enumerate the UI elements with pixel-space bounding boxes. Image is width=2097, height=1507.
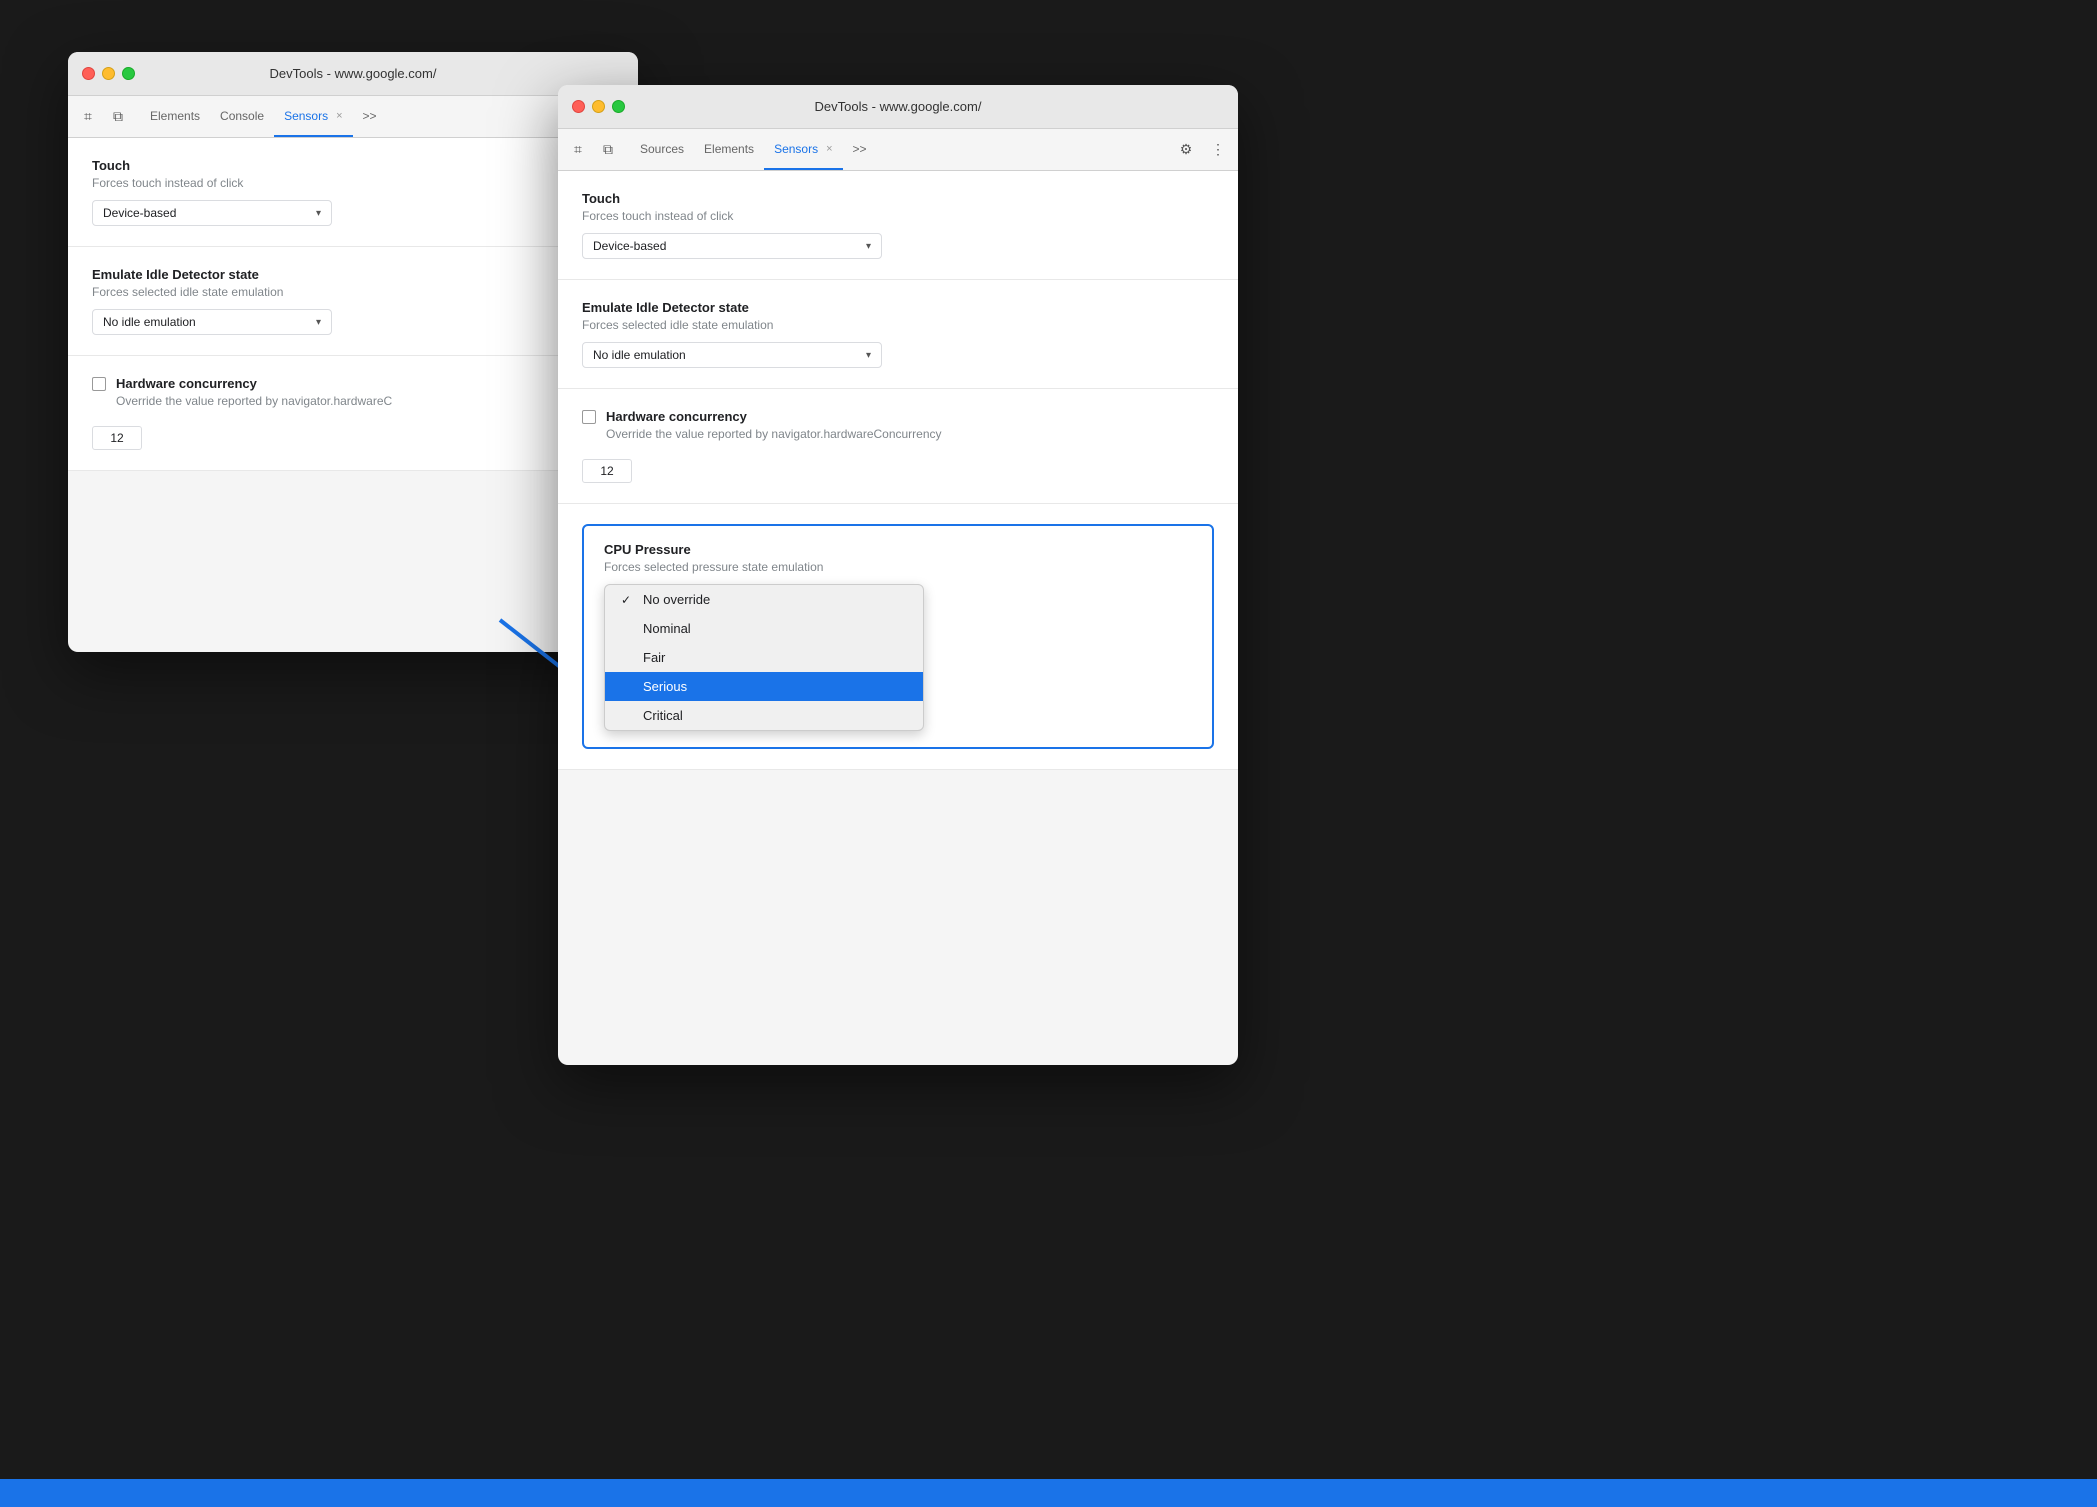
window-title-1: DevTools - www.google.com/ <box>270 66 437 81</box>
window-title-2: DevTools - www.google.com/ <box>815 99 982 114</box>
idle-title-2: Emulate Idle Detector state <box>582 300 1214 315</box>
idle-desc-2: Forces selected idle state emulation <box>582 318 1214 332</box>
cpu-option-no-override[interactable]: ✓ No override <box>605 585 923 614</box>
idle-section-1: Emulate Idle Detector state Forces selec… <box>68 247 638 356</box>
touch-section-2: Touch Forces touch instead of click Devi… <box>558 171 1238 280</box>
touch-section-1: Touch Forces touch instead of click Devi… <box>68 138 638 247</box>
tab-sensors-1[interactable]: Sensors × <box>274 96 352 137</box>
check-no-override: ✓ <box>621 593 635 607</box>
traffic-lights-2 <box>572 100 625 113</box>
tab-bar-1: ⌗ ⧉ Elements Console Sensors × >> <box>68 96 638 138</box>
hardware-checkbox-1[interactable] <box>92 377 106 391</box>
close-tab-sensors-2[interactable]: × <box>826 143 832 155</box>
tab-more-2[interactable]: >> <box>843 129 877 170</box>
titlebar-2: DevTools - www.google.com/ <box>558 85 1238 129</box>
touch-title-1: Touch <box>92 158 614 173</box>
idle-dropdown-2[interactable]: No idle emulation ▾ <box>582 342 882 368</box>
idle-arrow-1: ▾ <box>316 317 321 328</box>
content-area-2: Touch Forces touch instead of click Devi… <box>558 171 1238 770</box>
cpu-pressure-box: CPU Pressure Forces selected pressure st… <box>582 524 1214 749</box>
cpu-title: CPU Pressure <box>604 542 1192 557</box>
hardware-section-2: Hardware concurrency Override the value … <box>558 389 1238 504</box>
maximize-button-1[interactable] <box>122 67 135 80</box>
close-tab-sensors-1[interactable]: × <box>336 110 342 122</box>
hardware-section-1: Hardware concurrency Override the value … <box>68 356 638 471</box>
tab-bar-icons-1: ⌗ ⧉ <box>74 96 140 137</box>
idle-dropdown-1[interactable]: No idle emulation ▾ <box>92 309 332 335</box>
idle-section-2: Emulate Idle Detector state Forces selec… <box>558 280 1238 389</box>
tab-console-1[interactable]: Console <box>210 96 274 137</box>
hardware-value-2[interactable]: 12 <box>582 459 632 483</box>
hardware-desc-2: Override the value reported by navigator… <box>606 427 942 441</box>
layers-icon[interactable]: ⧉ <box>104 103 132 131</box>
hardware-value-1[interactable]: 12 <box>92 426 142 450</box>
cursor-icon[interactable]: ⌗ <box>74 103 102 131</box>
touch-desc-1: Forces touch instead of click <box>92 176 614 190</box>
titlebar-1: DevTools - www.google.com/ <box>68 52 638 96</box>
cpu-desc: Forces selected pressure state emulation <box>604 560 1192 574</box>
cursor-icon-2[interactable]: ⌗ <box>564 136 592 164</box>
tab-elements-2[interactable]: Elements <box>694 129 764 170</box>
hardware-checkbox-2[interactable] <box>582 410 596 424</box>
tab-sensors-2[interactable]: Sensors × <box>764 129 842 170</box>
hardware-row-1: Hardware concurrency Override the value … <box>92 376 614 418</box>
cpu-option-serious[interactable]: Serious <box>605 672 923 701</box>
maximize-button-2[interactable] <box>612 100 625 113</box>
touch-dropdown-2[interactable]: Device-based ▾ <box>582 233 882 259</box>
hardware-row-2: Hardware concurrency Override the value … <box>582 409 1214 451</box>
touch-arrow-1: ▾ <box>316 208 321 219</box>
touch-title-2: Touch <box>582 191 1214 206</box>
tab-bar-icons-2: ⌗ ⧉ <box>564 129 630 170</box>
cpu-option-nominal[interactable]: Nominal <box>605 614 923 643</box>
tab-bar-2: ⌗ ⧉ Sources Elements Sensors × >> ⚙ ⋮ <box>558 129 1238 171</box>
tab-bar-right-2: ⚙ ⋮ <box>1172 129 1232 170</box>
hardware-desc-1: Override the value reported by navigator… <box>116 394 392 408</box>
cpu-dropdown-menu[interactable]: ✓ No override Nominal Fair Serious <box>604 584 924 731</box>
tab-more-1[interactable]: >> <box>353 96 387 137</box>
blue-bottom-bar <box>0 1479 2097 1507</box>
layers-icon-2[interactable]: ⧉ <box>594 136 622 164</box>
close-button-2[interactable] <box>572 100 585 113</box>
minimize-button-1[interactable] <box>102 67 115 80</box>
devtools-window-2: DevTools - www.google.com/ ⌗ ⧉ Sources E… <box>558 85 1238 1065</box>
idle-arrow-2: ▾ <box>866 350 871 361</box>
minimize-button-2[interactable] <box>592 100 605 113</box>
cpu-option-critical[interactable]: Critical <box>605 701 923 730</box>
traffic-lights-1 <box>82 67 135 80</box>
cpu-pressure-section: CPU Pressure Forces selected pressure st… <box>558 504 1238 770</box>
idle-title-1: Emulate Idle Detector state <box>92 267 614 282</box>
hardware-title-2: Hardware concurrency <box>606 409 942 424</box>
close-button-1[interactable] <box>82 67 95 80</box>
tab-elements-1[interactable]: Elements <box>140 96 210 137</box>
idle-desc-1: Forces selected idle state emulation <box>92 285 614 299</box>
touch-desc-2: Forces touch instead of click <box>582 209 1214 223</box>
cpu-option-fair[interactable]: Fair <box>605 643 923 672</box>
touch-arrow-2: ▾ <box>866 241 871 252</box>
tab-sources-2[interactable]: Sources <box>630 129 694 170</box>
devtools-window-1: DevTools - www.google.com/ ⌗ ⧉ Elements … <box>68 52 638 652</box>
more-icon-2[interactable]: ⋮ <box>1204 136 1232 164</box>
hardware-title-1: Hardware concurrency <box>116 376 392 391</box>
settings-icon-2[interactable]: ⚙ <box>1172 136 1200 164</box>
content-area-1: Touch Forces touch instead of click Devi… <box>68 138 638 471</box>
touch-dropdown-1[interactable]: Device-based ▾ <box>92 200 332 226</box>
